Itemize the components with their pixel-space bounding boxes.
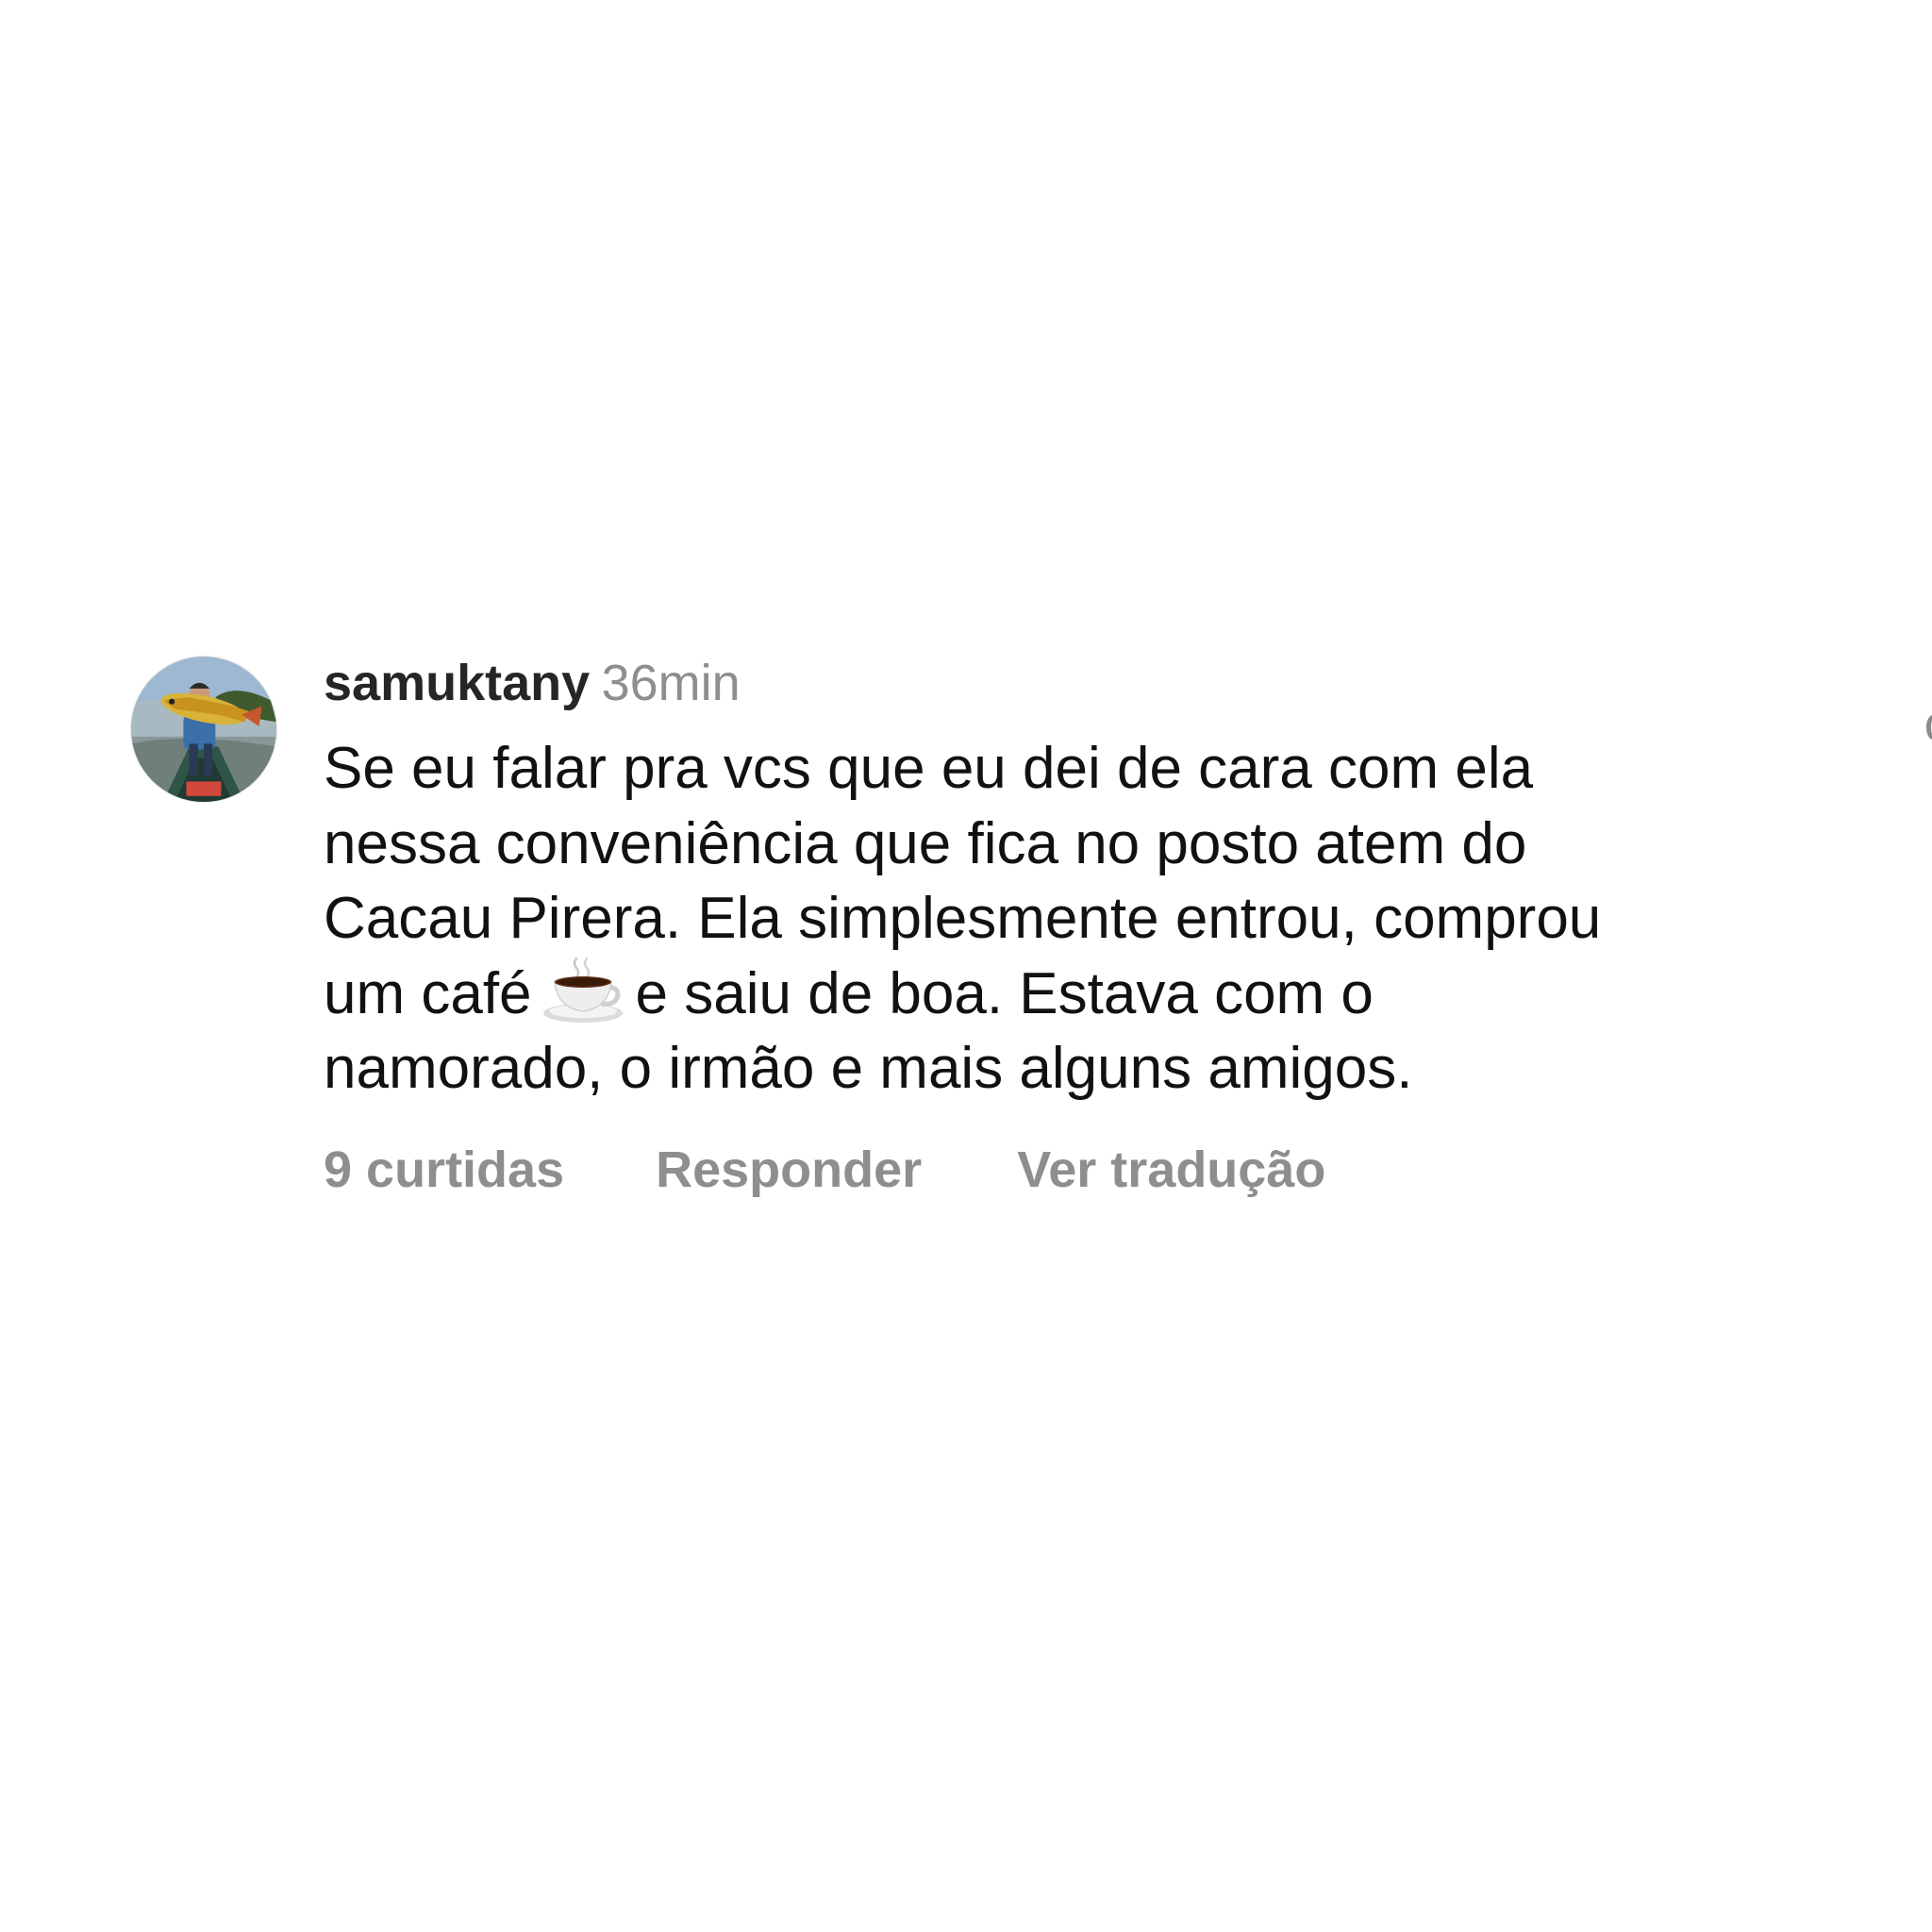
comment-text-line: nessa conveniência que fica no posto ate… <box>324 810 1527 876</box>
username[interactable]: samuktany <box>324 655 590 711</box>
timestamp: 36min <box>601 655 741 711</box>
comment-text-line: Cacau Pirera. Ela simplesmente entrou, c… <box>324 886 1602 951</box>
hot-beverage-icon <box>541 957 625 1024</box>
see-translation-button[interactable]: Ver tradução <box>1017 1139 1325 1201</box>
likes-count-button[interactable]: 9 curtidas <box>324 1139 564 1201</box>
avatar-photo <box>131 657 276 802</box>
comment-content: samuktany 36min Se eu falar pra vcs que … <box>324 654 1861 1201</box>
reply-button[interactable]: Responder <box>656 1139 922 1201</box>
comment-text: Se eu falar pra vcs que eu dei de cara c… <box>324 731 1852 1107</box>
avatar[interactable] <box>130 656 277 803</box>
comment-text-segment: um café <box>324 960 532 1026</box>
comment-meta: samuktany 36min <box>324 654 1861 712</box>
comment-text-line: um café e saiu de boa. Estava com o <box>324 957 1852 1032</box>
comment-text-line: Se eu falar pra vcs que eu dei de cara c… <box>324 736 1534 801</box>
heart-icon[interactable] <box>1926 715 1932 740</box>
comment-text-segment: e saiu de boa. Estava com o <box>635 960 1374 1026</box>
comment-text-line: namorado, o irmão e mais alguns amigos. <box>324 1036 1413 1101</box>
comment-actions: 9 curtidas Responder Ver tradução <box>324 1139 1861 1201</box>
